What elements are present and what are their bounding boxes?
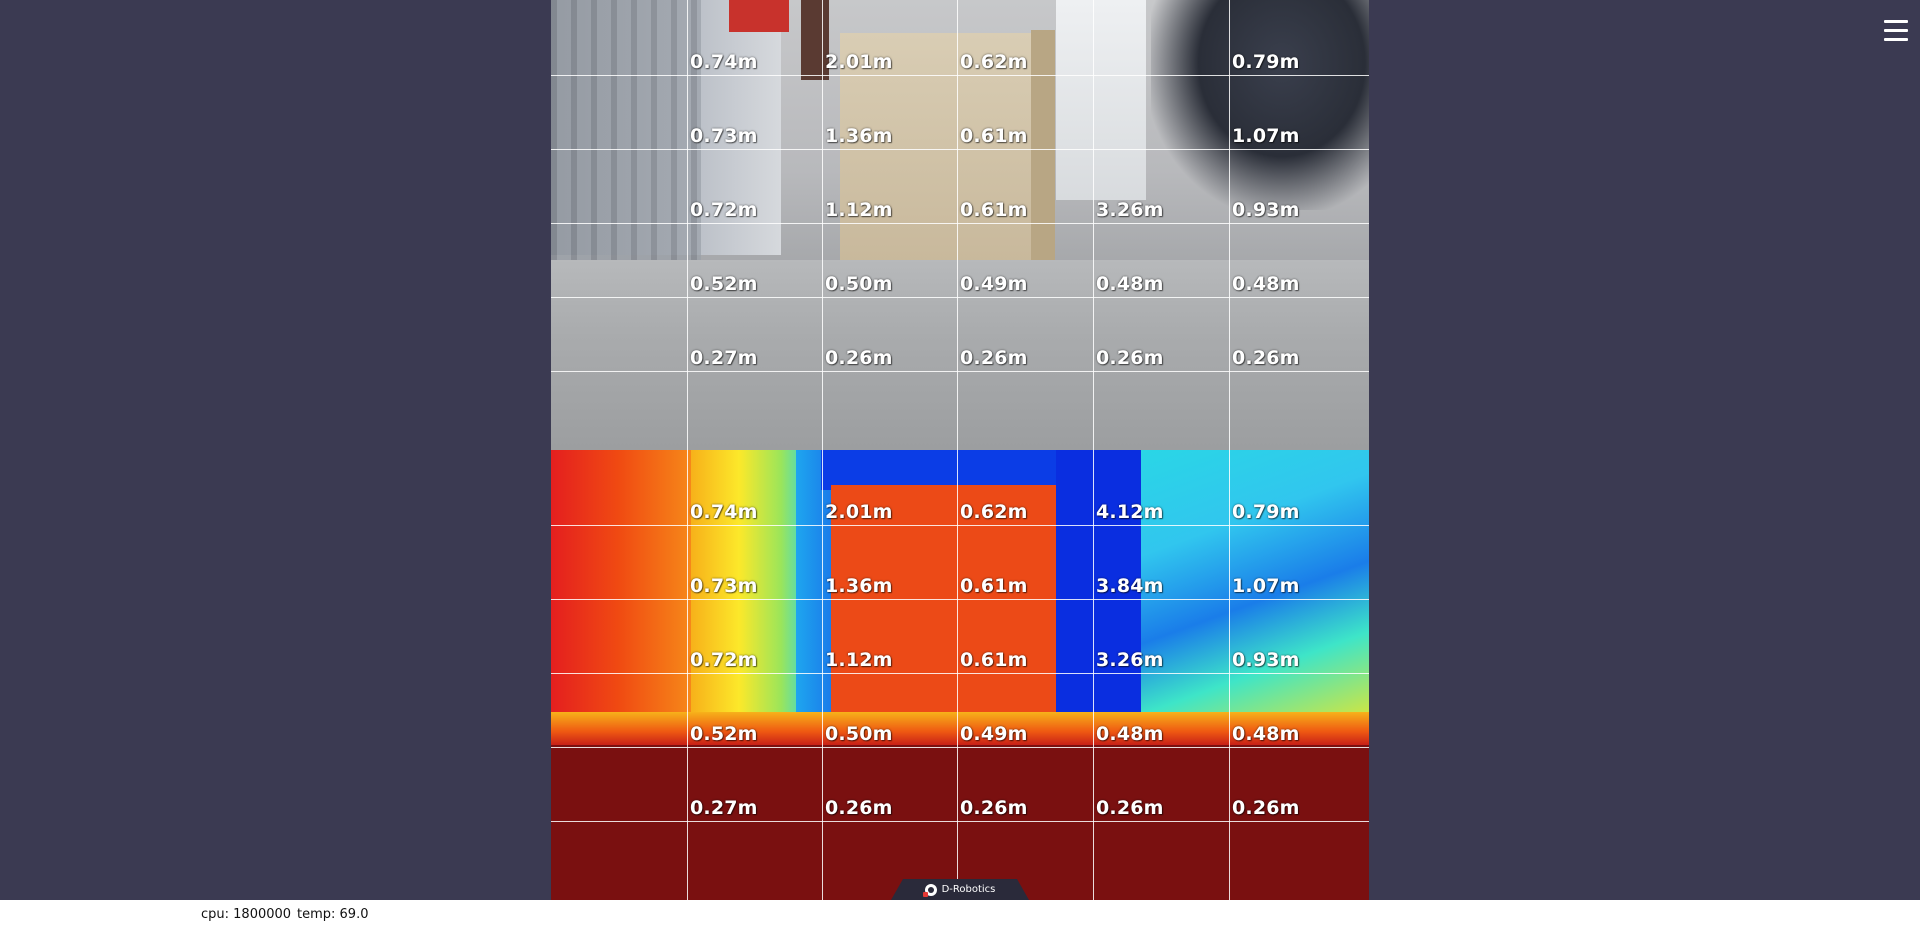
camera-distance-label: 0.72m [690, 199, 758, 221]
depth-distance-label: 0.48m [1096, 723, 1164, 745]
camera-distance-label: 0.52m [690, 273, 758, 295]
depth-distance-label: 3.84m [1096, 575, 1164, 597]
depth-grid-row-line [551, 747, 1369, 748]
camera-distance-label: 1.12m [825, 199, 893, 221]
d-robotics-logo-icon [922, 883, 937, 897]
depth-distance-grid: 0.74m 2.01m 0.62m 4.12m 0.79m 0.73m 1.36m 0.61m… [551, 450, 1369, 900]
camera-distance-label: 0.74m [690, 51, 758, 73]
camera-distance-label: 2.01m [825, 51, 893, 73]
camera-grid-column-line [1229, 0, 1230, 450]
depth-distance-label: 0.49m [960, 723, 1028, 745]
camera-grid-row-line [551, 75, 1369, 76]
depth-distance-label: 2.01m [825, 501, 893, 523]
camera-distance-label: 1.07m [1232, 125, 1300, 147]
depth-distance-label: 0.50m [825, 723, 893, 745]
brand-tab: D-Robotics [891, 879, 1029, 900]
depth-distance-label: 0.79m [1232, 501, 1300, 523]
hamburger-menu-icon-bar [1884, 38, 1908, 41]
camera-distance-label: 0.62m [960, 51, 1028, 73]
depth-distance-label: 0.48m [1232, 723, 1300, 745]
camera-distance-label: 0.73m [690, 125, 758, 147]
hamburger-menu-button[interactable] [1878, 16, 1914, 46]
depth-grid-row-line [551, 673, 1369, 674]
cpu-readout: cpu: 1800000 [201, 907, 292, 922]
camera-distance-label: 0.48m [1232, 273, 1300, 295]
camera-distance-label: 0.26m [1096, 347, 1164, 369]
hamburger-menu-icon [1884, 20, 1908, 23]
depth-distance-label: 0.74m [690, 501, 758, 523]
camera-distance-label: 0.26m [825, 347, 893, 369]
camera-distance-label: 3.26m [1096, 199, 1164, 221]
camera-distance-label: 0.50m [825, 273, 893, 295]
depth-distance-label: 0.61m [960, 649, 1028, 671]
depth-distance-label: 0.93m [1232, 649, 1300, 671]
depth-distance-label: 4.12m [1096, 501, 1164, 523]
depth-distance-label: 0.26m [1096, 797, 1164, 819]
depth-grid-row-line [551, 525, 1369, 526]
camera-distance-label: 0.49m [960, 273, 1028, 295]
camera-distance-label: 0.61m [960, 199, 1028, 221]
temperature-readout: temp: 69.0 [297, 907, 369, 922]
depth-distance-label: 1.36m [825, 575, 893, 597]
camera-distance-label: 0.26m [1232, 347, 1300, 369]
depth-grid-column-line [687, 450, 688, 900]
depth-grid-row-line [551, 821, 1369, 822]
status-bar: cpu: 1800000 temp: 69.0 [0, 900, 1920, 929]
camera-distance-label: 0.93m [1232, 199, 1300, 221]
depth-grid-column-line [1093, 450, 1094, 900]
camera-distance-label: 0.79m [1232, 51, 1300, 73]
depth-distance-label: 0.26m [960, 797, 1028, 819]
depth-distance-label: 0.61m [960, 575, 1028, 597]
hamburger-menu-icon-bar [1884, 29, 1908, 32]
depth-distance-label: 0.26m [1232, 797, 1300, 819]
camera-distance-label: 0.61m [960, 125, 1028, 147]
video-stage: 0.74m 2.01m 0.62m 0.79m 0.73m 1.36m 0.61m 1.07m… [551, 0, 1369, 900]
depth-distance-label: 0.62m [960, 501, 1028, 523]
app-viewport: 0.74m 2.01m 0.62m 0.79m 0.73m 1.36m 0.61m 1.07m… [0, 0, 1920, 900]
camera-grid-column-line [687, 0, 688, 450]
depth-distance-label: 0.72m [690, 649, 758, 671]
depth-distance-label: 0.27m [690, 797, 758, 819]
camera-distance-grid: 0.74m 2.01m 0.62m 0.79m 0.73m 1.36m 0.61m 1.07m… [551, 0, 1369, 450]
camera-distance-label: 0.27m [690, 347, 758, 369]
depth-grid-column-line [957, 450, 958, 900]
camera-distance-label: 0.48m [1096, 273, 1164, 295]
camera-grid-column-line [822, 0, 823, 450]
depth-distance-label: 3.26m [1096, 649, 1164, 671]
camera-grid-row-line [551, 149, 1369, 150]
depth-grid-column-line [1229, 450, 1230, 900]
camera-grid-column-line [1093, 0, 1094, 450]
camera-grid-row-line [551, 297, 1369, 298]
depth-grid-row-line [551, 599, 1369, 600]
depth-distance-label: 1.12m [825, 649, 893, 671]
depth-grid-column-line [822, 450, 823, 900]
camera-grid-column-line [957, 0, 958, 450]
depth-distance-label: 0.26m [825, 797, 893, 819]
depth-distance-label: 0.73m [690, 575, 758, 597]
camera-grid-row-line [551, 371, 1369, 372]
depth-distance-label: 1.07m [1232, 575, 1300, 597]
brand-name: D-Robotics [941, 884, 996, 895]
camera-grid-row-line [551, 223, 1369, 224]
camera-distance-label: 1.36m [825, 125, 893, 147]
depth-distance-label: 0.52m [690, 723, 758, 745]
camera-distance-label: 0.26m [960, 347, 1028, 369]
